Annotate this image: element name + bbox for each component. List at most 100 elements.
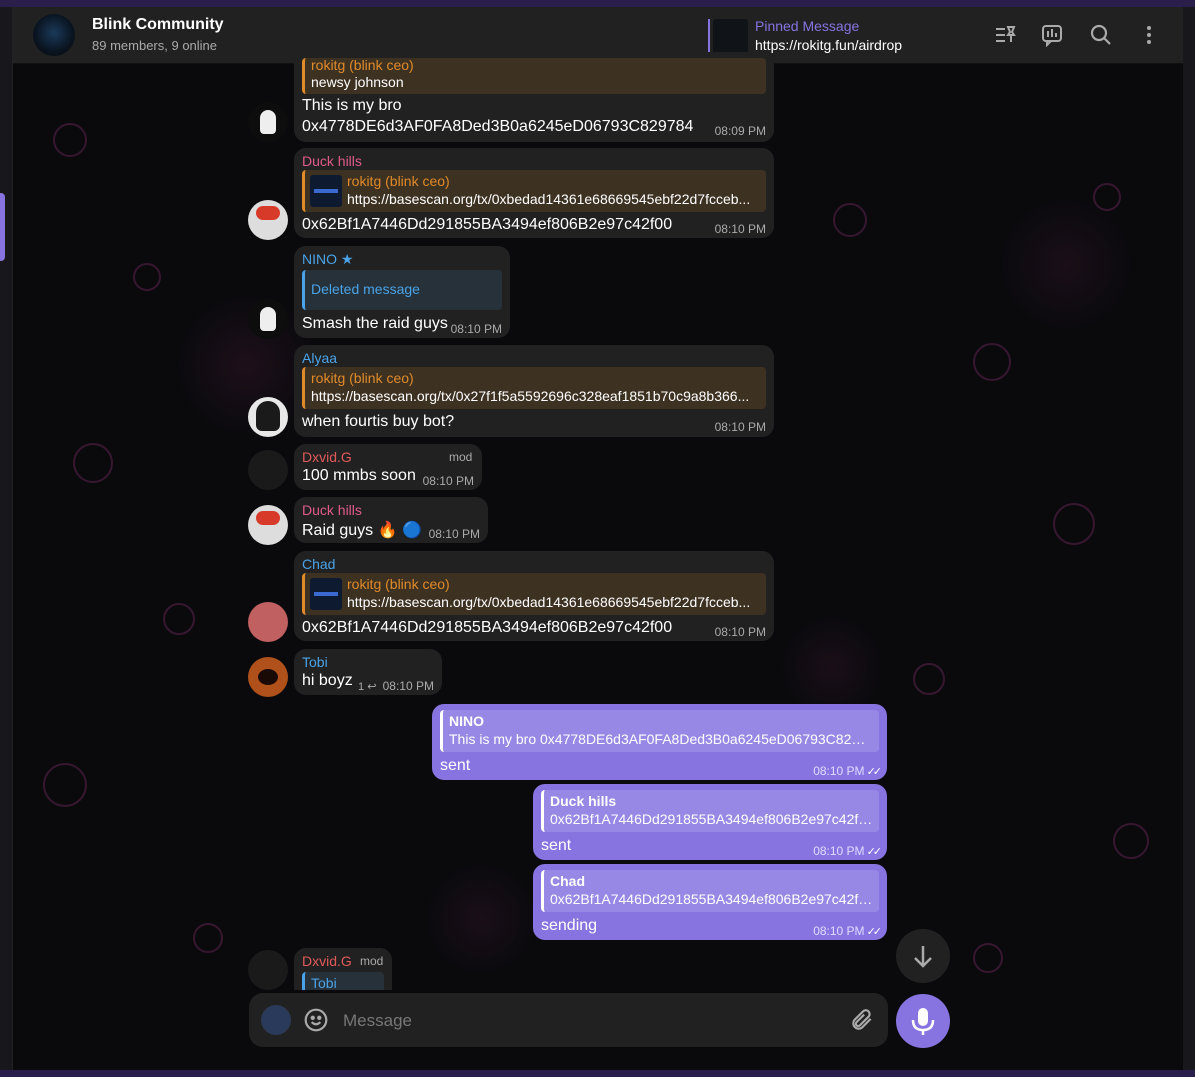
double-check-icon: ✓✓ bbox=[866, 926, 883, 938]
avatar[interactable] bbox=[248, 505, 288, 545]
message-bubble[interactable]: Dxvid.G mod 100 mmbs soon 08:10 PM bbox=[294, 444, 482, 490]
message-bubble-own[interactable]: NINO This is my bro 0x4778DE6d3AF0FA8Ded… bbox=[432, 704, 887, 780]
sidebar-resize-handle[interactable] bbox=[0, 193, 5, 261]
search-icon[interactable] bbox=[1089, 23, 1113, 47]
message-time: 08:10 PM bbox=[422, 474, 474, 488]
message-sender[interactable]: NINO ★ bbox=[302, 251, 353, 268]
message-sender[interactable]: Alyaa bbox=[302, 350, 337, 366]
message-text: Raid guys 🔥 🔵 bbox=[302, 522, 422, 539]
message-bubble[interactable]: Chad rokitg (blink ceo) https://basescan… bbox=[294, 551, 774, 641]
reply-quote[interactable]: rokitg (blink ceo) https://basescan.org/… bbox=[302, 170, 766, 212]
chat-title[interactable]: Blink Community bbox=[92, 16, 224, 34]
message-bubble[interactable]: Tobi hi boyz 1 ↩ 08:10 PM bbox=[294, 649, 442, 695]
avatar[interactable] bbox=[248, 950, 288, 990]
message-sender[interactable]: Duck hills bbox=[302, 153, 362, 169]
chat-member-count: 89 members, 9 online bbox=[92, 38, 218, 53]
message-bubble-own[interactable]: Chad 0x62Bf1A7446Dd291855BA3494ef806B2e9… bbox=[533, 864, 887, 940]
window-bottom-border bbox=[0, 1070, 1195, 1077]
pin-list-icon[interactable] bbox=[993, 23, 1017, 47]
pinned-thumbnail[interactable] bbox=[713, 19, 748, 54]
scroll-down-button[interactable] bbox=[896, 929, 950, 983]
message-time: 08:10 PM bbox=[450, 322, 502, 336]
message-text: sending bbox=[541, 917, 598, 934]
message-bubble-own[interactable]: Duck hills 0x62Bf1A7446Dd291855BA3494ef8… bbox=[533, 784, 887, 860]
message-text: when fourtis buy bot? bbox=[302, 413, 455, 430]
reply-quote[interactable]: Tobi bbox=[302, 972, 384, 990]
reply-quote[interactable]: rokitg (blink ceo) https://basescan.org/… bbox=[302, 367, 766, 409]
message-bubble[interactable]: Duck hills rokitg (blink ceo) https://ba… bbox=[294, 148, 774, 238]
message-text: This is my bro bbox=[302, 97, 402, 114]
reply-sender: rokitg (blink ceo) bbox=[347, 173, 450, 189]
message-sender[interactable]: Chad bbox=[302, 556, 335, 572]
avatar[interactable] bbox=[248, 602, 288, 642]
more-vertical-icon[interactable] bbox=[1137, 23, 1161, 47]
message-input[interactable] bbox=[341, 1005, 825, 1037]
message-time: 08:10 PM bbox=[714, 420, 766, 434]
chat-avatar[interactable] bbox=[33, 14, 75, 56]
reply-text: This is my bro 0x4778DE6d3AF0FA8Ded3B0a6… bbox=[449, 731, 873, 747]
left-sidebar-strip bbox=[0, 7, 13, 1070]
pinned-indicator bbox=[708, 19, 710, 54]
mod-badge: mod bbox=[449, 450, 473, 464]
message-text: 100 mmbs soon bbox=[302, 467, 416, 484]
voice-record-button[interactable] bbox=[896, 994, 950, 1048]
poll-icon[interactable] bbox=[1040, 23, 1064, 47]
reply-text: 0x62Bf1A7446Dd291855BA3494ef806B2e97c42f… bbox=[550, 891, 873, 907]
avatar[interactable] bbox=[248, 299, 288, 339]
avatar[interactable] bbox=[248, 450, 288, 490]
message-sender[interactable]: Dxvid.G bbox=[302, 449, 352, 465]
message-text: hi boyz bbox=[302, 672, 353, 689]
message-text: 0x62Bf1A7446Dd291855BA3494ef806B2e97c42f… bbox=[302, 216, 673, 233]
message-text: 0x4778DE6d3AF0FA8Ded3B0a6245eD06793C8297… bbox=[302, 118, 694, 135]
message-bubble[interactable]: Alyaa rokitg (blink ceo) https://basesca… bbox=[294, 345, 774, 437]
message-bubble[interactable]: Dxvid.G mod Tobi bbox=[294, 948, 392, 990]
reply-text: https://basescan.org/tx/0xbedad14361e686… bbox=[347, 594, 751, 610]
reply-quote[interactable]: Chad 0x62Bf1A7446Dd291855BA3494ef806B2e9… bbox=[541, 870, 879, 912]
pinned-message-label[interactable]: Pinned Message bbox=[755, 18, 859, 34]
reply-sender: rokitg (blink ceo) bbox=[347, 576, 450, 592]
window-top-border bbox=[0, 0, 1195, 7]
double-check-icon: ✓✓ bbox=[866, 846, 883, 858]
emoji-icon[interactable] bbox=[303, 1007, 329, 1033]
message-text: sent bbox=[440, 757, 471, 774]
reply-quote[interactable]: NINO This is my bro 0x4778DE6d3AF0FA8Ded… bbox=[440, 710, 879, 752]
message-time: 08:10 PM ✓✓ bbox=[813, 924, 883, 938]
message-time: 08:10 PM bbox=[714, 625, 766, 639]
message-text: 0x62Bf1A7446Dd291855BA3494ef806B2e97c42f… bbox=[302, 619, 673, 636]
link-thumbnail bbox=[310, 578, 342, 610]
message-bubble[interactable]: Duck hills Raid guys 🔥 🔵 08:10 PM bbox=[294, 497, 488, 543]
reply-text: newsy johnson bbox=[311, 74, 404, 90]
message-bubble[interactable]: rokitg (blink ceo) newsy johnson This is… bbox=[294, 52, 774, 142]
message-time: 08:10 PM ✓✓ bbox=[813, 764, 883, 778]
reply-text: https://basescan.org/tx/0x27f1f5a5592696… bbox=[311, 388, 750, 404]
message-time: 08:10 PM ✓✓ bbox=[813, 844, 883, 858]
send-as-avatar[interactable] bbox=[261, 1005, 291, 1035]
message-sender[interactable]: Dxvid.G bbox=[302, 953, 352, 969]
reply-quote[interactable]: Deleted message bbox=[302, 270, 502, 310]
avatar[interactable] bbox=[248, 657, 288, 697]
message-sender[interactable]: Duck hills bbox=[302, 502, 362, 518]
reply-sender: Chad bbox=[550, 873, 585, 889]
mod-badge: mod bbox=[360, 954, 384, 968]
reply-quote[interactable]: rokitg (blink ceo) newsy johnson bbox=[302, 57, 766, 94]
message-composer bbox=[249, 993, 888, 1047]
paperclip-icon[interactable] bbox=[849, 1007, 875, 1033]
reply-quote[interactable]: Duck hills 0x62Bf1A7446Dd291855BA3494ef8… bbox=[541, 790, 879, 832]
reply-text: 0x62Bf1A7446Dd291855BA3494ef806B2e97c42f… bbox=[550, 811, 873, 827]
message-time: 08:10 PM bbox=[428, 527, 480, 541]
avatar[interactable] bbox=[248, 102, 288, 142]
microphone-icon bbox=[911, 1008, 935, 1035]
reply-count[interactable]: 1 ↩ bbox=[358, 680, 376, 693]
double-check-icon: ✓✓ bbox=[866, 766, 883, 778]
reply-quote[interactable]: rokitg (blink ceo) https://basescan.org/… bbox=[302, 573, 766, 615]
message-sender[interactable]: Tobi bbox=[302, 654, 328, 670]
avatar[interactable] bbox=[248, 200, 288, 240]
reply-sender: Tobi bbox=[311, 975, 337, 990]
star-icon: ★ bbox=[340, 251, 354, 267]
message-text: Smash the raid guys bbox=[302, 315, 448, 332]
right-sidebar-strip bbox=[1182, 7, 1195, 1070]
message-time: 08:09 PM bbox=[714, 124, 766, 138]
pinned-message-text[interactable]: https://rokitg.fun/airdrop bbox=[755, 37, 902, 53]
message-bubble[interactable]: NINO ★ Deleted message Smash the raid gu… bbox=[294, 246, 510, 338]
avatar[interactable] bbox=[248, 397, 288, 437]
